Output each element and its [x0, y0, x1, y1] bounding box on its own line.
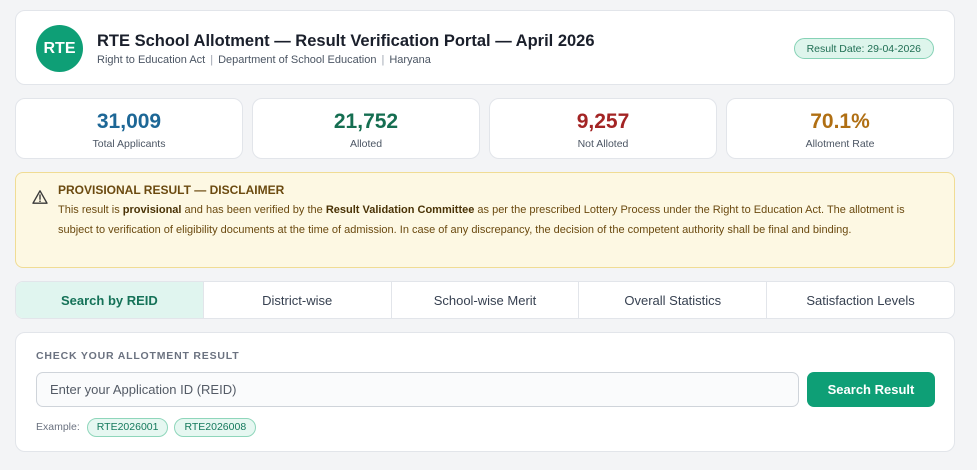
stat-card-not-alloted: 9,257 Not Alloted [489, 98, 717, 159]
stat-card-alloted: 21,752 Alloted [252, 98, 480, 159]
section-label: CHECK YOUR ALLOTMENT RESULT [36, 350, 240, 362]
disclaimer-text: This result is provisional and has been … [58, 201, 938, 240]
stat-value: 31,009 [96, 110, 162, 133]
tab-search-by-reid[interactable]: Search by REID [16, 282, 203, 318]
example-chip[interactable]: RTE2026001 [86, 417, 169, 437]
subtitle-state: Haryana [389, 54, 431, 66]
stat-card-total-applicants: 31,009 Total Applicants [15, 98, 243, 159]
tab-district-wise[interactable]: District-wise [202, 282, 391, 318]
result-date-badge: Result Date: 29-04-2026 [793, 38, 934, 59]
tab-school-wise-merit[interactable]: School-wise Merit [390, 282, 579, 318]
disclaimer-title: PROVISIONAL RESULT — DISCLAIMER [58, 183, 285, 197]
stat-label: Not Alloted [577, 138, 629, 150]
disclaimer-banner: PROVISIONAL RESULT — DISCLAIMER This res… [15, 172, 955, 268]
header-subtitle: Right to Education Act | Department of Sch… [97, 54, 431, 66]
disclaimer-text-part: This result is [58, 204, 123, 216]
stat-label: Alloted [349, 138, 383, 150]
subtitle-separator: | [210, 54, 214, 66]
example-chip[interactable]: RTE2026008 [174, 417, 257, 437]
tab-overall-statistics[interactable]: Overall Statistics [578, 282, 766, 318]
disclaimer-emphasis: provisional [122, 204, 182, 216]
tab-bar: Search by REID District-wise School-wise… [15, 281, 955, 319]
search-result-button[interactable]: Search Result [807, 372, 935, 407]
stat-label: Allotment Rate [805, 138, 875, 150]
subtitle-separator: | [381, 54, 385, 66]
subtitle-act: Right to Education Act [97, 54, 206, 66]
page-title: RTE School Allotment — Result Verificati… [97, 32, 595, 50]
warning-icon [32, 190, 48, 204]
portal-header: RTE RTE School Allotment — Result Verifi… [15, 10, 955, 85]
reid-search-input[interactable] [36, 372, 799, 407]
example-label: Example: [36, 421, 80, 433]
subtitle-department: Department of School Education [218, 54, 377, 66]
stat-label: Total Applicants [92, 138, 166, 150]
stat-card-allotment-rate: 70.1% Allotment Rate [726, 98, 954, 159]
stat-value: 9,257 [576, 110, 630, 133]
disclaimer-emphasis: Result Validation Committee [325, 204, 475, 216]
tab-satisfaction-levels[interactable]: Satisfaction Levels [766, 282, 954, 318]
disclaimer-text-part: and has been verified by the [181, 204, 326, 216]
stat-value: 21,752 [333, 110, 399, 133]
stat-value: 70.1% [810, 110, 870, 133]
example-row: Example: RTE2026001 RTE2026008 [36, 417, 262, 437]
search-panel: CHECK YOUR ALLOTMENT RESULT Search Resul… [15, 332, 955, 452]
rte-logo: RTE [36, 25, 83, 72]
